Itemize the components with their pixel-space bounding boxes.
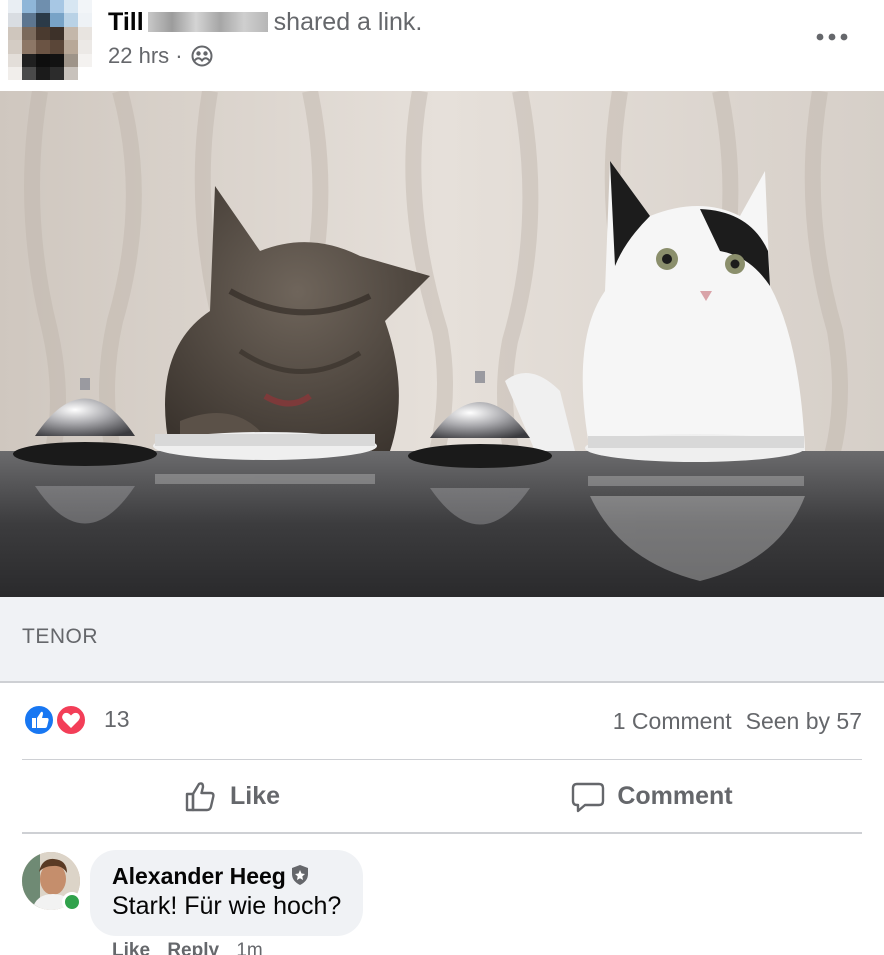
redacted-surname xyxy=(147,12,268,32)
meta-separator: · xyxy=(175,43,183,68)
seen-by-count[interactable]: Seen by 57 xyxy=(746,708,862,734)
author-avatar[interactable] xyxy=(8,0,92,80)
reaction-icons[interactable] xyxy=(22,703,92,737)
post-actions: Like Comment xyxy=(22,760,862,834)
feed-post: Till shared a link. 22 hrs · TENOR 13 1 … xyxy=(0,0,884,955)
post-meta: 22 hrs · xyxy=(108,42,213,70)
friends-icon[interactable] xyxy=(191,45,213,67)
post-timestamp[interactable]: 22 hrs xyxy=(108,43,169,68)
post-header: Till shared a link. 22 hrs · xyxy=(0,0,884,90)
post-author-line: Till shared a link. xyxy=(108,7,422,37)
like-reaction-icon xyxy=(23,704,55,736)
comment-button[interactable]: Comment xyxy=(442,760,862,832)
comment-actions: Like Reply 1m xyxy=(112,940,275,955)
like-button-label: Like xyxy=(229,781,281,810)
love-reaction-icon xyxy=(55,704,87,736)
link-source-label: TENOR xyxy=(22,625,98,648)
comment-reply-link[interactable]: Reply xyxy=(167,940,219,955)
commenter-name-line: Alexander Heeg xyxy=(112,862,341,890)
online-status-indicator xyxy=(62,892,82,912)
cats-with-bells-image xyxy=(0,91,884,597)
shared-link-text: shared a link. xyxy=(273,8,423,36)
comment-bubble-icon xyxy=(572,782,605,813)
comment-like-link[interactable]: Like xyxy=(112,940,150,955)
comment-item: Alexander Heeg Stark! Für wie hoch? Like… xyxy=(22,850,862,955)
comment-bubble: Alexander Heeg Stark! Für wie hoch? xyxy=(90,850,364,936)
comment-button-label: Comment xyxy=(617,781,733,810)
link-source-bar[interactable]: TENOR xyxy=(0,597,884,683)
commenter-name[interactable]: Alexander Heeg xyxy=(112,863,286,889)
post-stats: 1 Comment Seen by 57 xyxy=(613,708,862,735)
admin-badge-icon xyxy=(291,865,308,885)
thumbs-up-icon xyxy=(185,782,215,812)
comment-count[interactable]: 1 Comment xyxy=(613,708,732,734)
author-name[interactable]: Till xyxy=(108,8,144,36)
more-options-icon[interactable] xyxy=(812,24,852,50)
reactions-summary: 13 1 Comment Seen by 57 xyxy=(22,683,862,760)
reaction-count[interactable]: 13 xyxy=(104,706,130,733)
like-button[interactable]: Like xyxy=(22,760,442,832)
shared-gif[interactable] xyxy=(0,91,884,597)
comment-text: Stark! Für wie hoch? xyxy=(112,892,342,920)
comment-time: 1m xyxy=(236,940,263,955)
